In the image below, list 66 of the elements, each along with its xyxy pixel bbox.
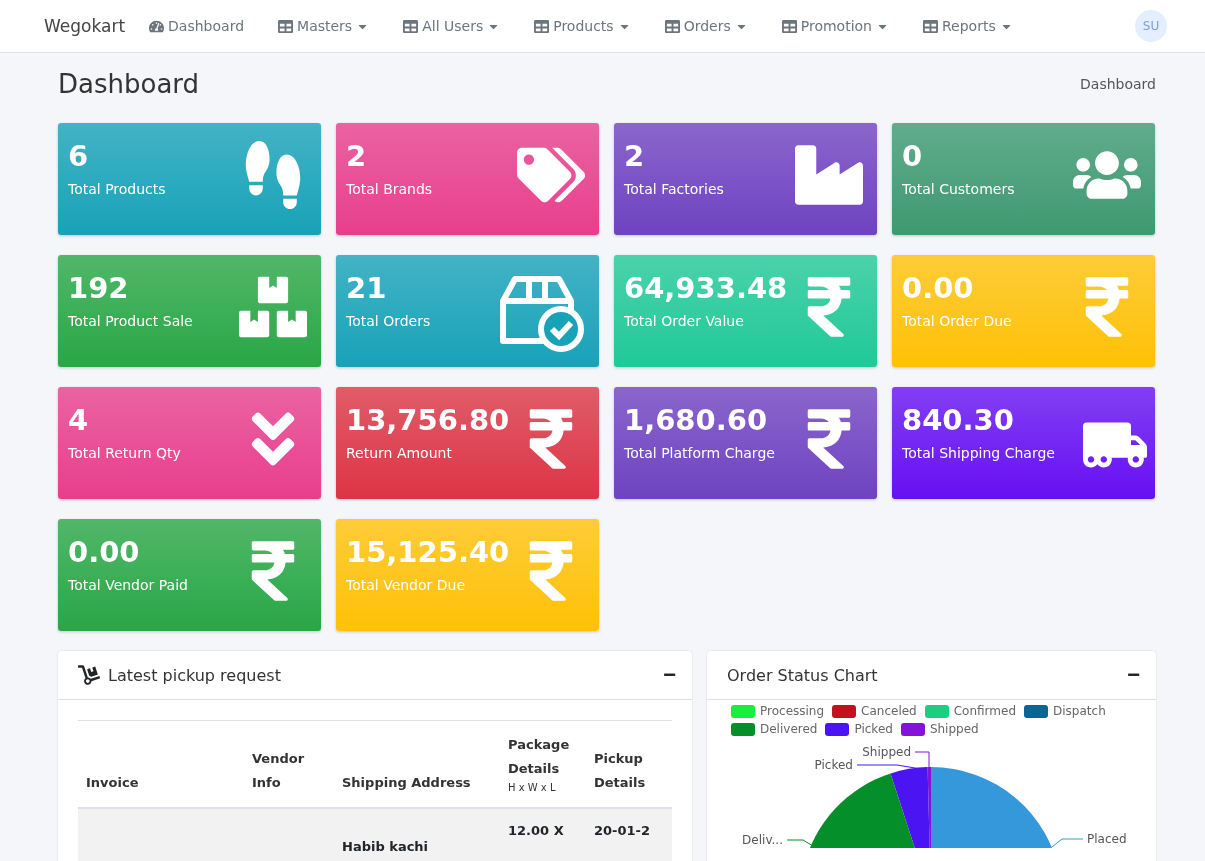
stat-label: Total Factories: [624, 181, 725, 197]
dolly-icon: [78, 664, 100, 686]
slice-label: Deliv...: [742, 833, 783, 847]
stat-value: 64,933.48: [624, 270, 789, 307]
brand[interactable]: Wegokart: [44, 16, 126, 36]
legend-item[interactable]: Processing: [731, 704, 825, 718]
legend-item[interactable]: Shipped: [900, 722, 979, 736]
stat-label: Total Vendor Due: [346, 577, 467, 593]
legend-item[interactable]: Confirmed: [924, 704, 1017, 718]
stat-label: Total Order Due: [902, 313, 1013, 329]
breadcrumb[interactable]: Dashboard: [1080, 76, 1156, 92]
stat-label: Total Order Value: [624, 313, 745, 329]
table-icon: [781, 18, 797, 34]
stat-label: Total Customers: [902, 181, 1016, 197]
stat-value: 2: [346, 138, 368, 175]
collapse-button[interactable]: −: [663, 662, 676, 688]
legend-item[interactable]: Canceled: [832, 704, 917, 718]
stat-value: 1,680.60: [624, 402, 769, 439]
stat-value: 15,125.40: [346, 534, 511, 571]
stat-value: 4: [68, 402, 90, 439]
stat-value: 13,756.80: [346, 402, 511, 439]
panel-title: Latest pickup request: [108, 665, 282, 685]
stat-label: Total Vendor Paid: [68, 577, 189, 593]
page-title: Dashboard: [58, 69, 200, 99]
stat-value: 21: [346, 270, 388, 307]
stat-value: 0.00: [902, 270, 975, 307]
stat-label: Total Orders: [346, 313, 432, 329]
stat-label: Total Return Qty: [68, 445, 182, 461]
stat-value: 6: [68, 138, 90, 175]
gauge-icon: [149, 18, 165, 34]
leader-line: [786, 839, 814, 847]
stat-label: Total Shipping Charge: [902, 445, 1056, 461]
table-icon: [922, 18, 938, 34]
stat-label: Total Platform Charge: [624, 445, 776, 461]
nav-link[interactable]: Masters: [278, 18, 370, 34]
table-cell: 20-01-2: [586, 808, 672, 861]
stat-label: Return Amount: [346, 445, 453, 461]
stat-value: 192: [68, 270, 130, 307]
table-icon: [278, 18, 294, 34]
legend-item[interactable]: Delivered: [731, 722, 818, 736]
nav-link[interactable]: Products: [534, 18, 631, 34]
nav-link[interactable]: Reports: [922, 18, 1013, 34]
panel-title: Order Status Chart: [727, 665, 879, 685]
slice-label: Picked: [814, 758, 853, 772]
table-icon: [403, 18, 419, 34]
nav-link[interactable]: All Users: [403, 18, 501, 34]
collapse-button[interactable]: −: [1127, 662, 1140, 688]
stat-value: 0.00: [68, 534, 141, 571]
nav-link[interactable]: Promotion: [781, 18, 889, 34]
stat-value: 840.30: [902, 402, 1015, 439]
stat-label: Total Brands: [346, 181, 434, 197]
stat-value: 2: [624, 138, 646, 175]
nav-link[interactable]: Orders: [664, 18, 748, 34]
table-cell: 12.00 X: [500, 808, 586, 861]
legend-item[interactable]: Dispatch: [1024, 704, 1106, 718]
table-icon: [534, 18, 550, 34]
stat-label: Total Product Sale: [68, 313, 194, 329]
slice-label: Placed: [1087, 832, 1127, 846]
table-icon: [664, 18, 680, 34]
legend-item[interactable]: Picked: [825, 722, 893, 736]
stat-value: 0: [902, 138, 924, 175]
nav-link[interactable]: Dashboard: [149, 18, 245, 34]
leader-line: [1051, 838, 1084, 848]
table-cell: Habib kachi: [334, 808, 500, 861]
slice-label: Shipped: [862, 745, 911, 759]
stat-label: Total Products: [68, 181, 167, 197]
